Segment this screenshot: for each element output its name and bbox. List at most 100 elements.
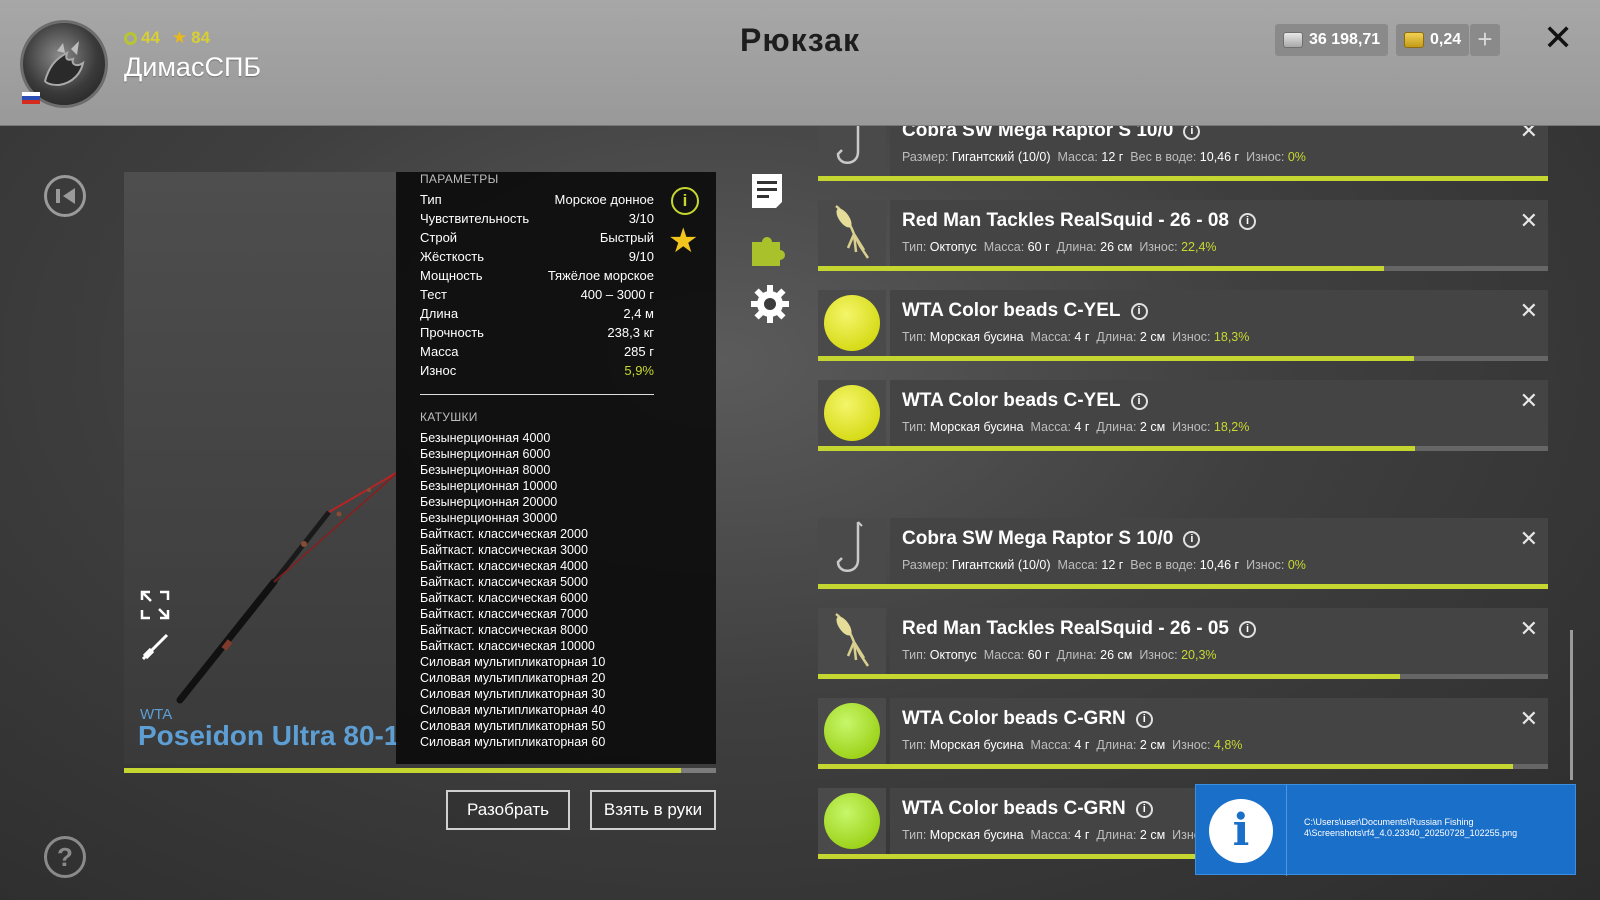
inventory-item[interactable]: WTA Color beads C-YEL i Тип: Морская бусин… bbox=[818, 290, 1548, 361]
item-preview: WTA Poseidon Ultra 80-1 bbox=[124, 172, 399, 764]
screenshot-notification[interactable]: i C:\Users\user\Documents\Russian Fishin… bbox=[1195, 784, 1576, 876]
reel-item: Силовая мультипликаторная 50 bbox=[420, 719, 606, 733]
settings-gear-icon[interactable] bbox=[750, 284, 790, 324]
param-row: Мощность Тяжёлое морское bbox=[420, 268, 654, 287]
remove-item-icon[interactable]: ✕ bbox=[1520, 208, 1538, 234]
wear-value: 20,3% bbox=[1181, 648, 1217, 662]
take-in-hands-button[interactable]: Взять в руки bbox=[590, 790, 716, 830]
meta-label: Износ: bbox=[1172, 738, 1211, 752]
param-row: Износ 5,9% bbox=[420, 363, 654, 382]
meta-label: Тип: bbox=[902, 330, 927, 344]
param-value: 3/10 bbox=[628, 211, 654, 226]
param-label: Мощность bbox=[420, 268, 483, 283]
param-value: Быстрый bbox=[599, 230, 654, 245]
param-value: Морское донное bbox=[554, 192, 654, 207]
help-button[interactable]: ? bbox=[44, 836, 86, 878]
meta-value: 4 г bbox=[1074, 828, 1090, 842]
item-panel[interactable]: WTA Color beads C-YEL i Тип: Морская бусин… bbox=[890, 290, 1548, 356]
inventory-item[interactable]: WTA Color beads C-YEL i Тип: Морская бусин… bbox=[818, 380, 1548, 451]
item-title: WTA Color beads C-YEL i bbox=[902, 300, 1148, 322]
meta-value: 10,46 г bbox=[1199, 558, 1240, 572]
item-info-icon[interactable]: i bbox=[1238, 212, 1256, 230]
item-panel[interactable]: Cobra SW Mega Raptor S 10/0 i Размер: Гига… bbox=[890, 518, 1548, 584]
item-panel[interactable]: Cobra SW Mega Raptor S 10/0 i Размер: Гига… bbox=[890, 126, 1548, 176]
silver-coins-icon bbox=[1283, 32, 1303, 48]
expand-icon[interactable] bbox=[140, 590, 170, 620]
remove-item-icon[interactable]: ✕ bbox=[1520, 616, 1538, 642]
meta-label: Вес в воде: bbox=[1130, 150, 1197, 164]
reel-item: Безынерционная 4000 bbox=[420, 431, 551, 445]
item-panel[interactable]: Red Man Tackles RealSquid - 26 - 08 i Тип:… bbox=[890, 200, 1548, 266]
meta-label: Размер: bbox=[902, 150, 949, 164]
info-icon[interactable]: i bbox=[671, 187, 699, 215]
item-name: Cobra SW Mega Raptor S 10/0 bbox=[902, 528, 1174, 549]
item-title: WTA Color beads C-GRN i bbox=[902, 798, 1153, 820]
item-info-icon[interactable]: i bbox=[1238, 620, 1256, 638]
reel-item: Силовая мультипликаторная 60 bbox=[420, 735, 606, 749]
item-name: WTA Color beads C-YEL bbox=[902, 390, 1121, 411]
meta-label: Длина: bbox=[1096, 330, 1137, 344]
disassemble-button[interactable]: Разобрать bbox=[446, 790, 570, 830]
param-label: Тип bbox=[420, 192, 442, 207]
item-info-icon[interactable]: i bbox=[1130, 392, 1148, 410]
wear-value: 18,3% bbox=[1213, 330, 1250, 344]
inventory-item[interactable]: Red Man Tackles RealSquid - 26 - 08 i Тип:… bbox=[818, 200, 1548, 271]
back-button[interactable] bbox=[44, 175, 86, 217]
remove-item-icon[interactable]: ✕ bbox=[1520, 298, 1538, 324]
meta-value: 4 г bbox=[1074, 330, 1090, 344]
country-flag-icon bbox=[22, 92, 40, 104]
item-meta: Тип: Морская бусина Масса: 4 г Длина: 2 … bbox=[902, 828, 1210, 842]
inventory-item[interactable]: Red Man Tackles RealSquid - 26 - 05 i Тип:… bbox=[818, 608, 1548, 679]
item-info-icon[interactable]: i bbox=[1135, 800, 1153, 818]
wear-value: 22,4% bbox=[1181, 240, 1217, 254]
squid-lure-icon bbox=[818, 200, 886, 266]
inventory-item[interactable]: Cobra SW Mega Raptor S 10/0 i Размер: Гига… bbox=[818, 518, 1548, 589]
favorite-star-icon[interactable]: ★ bbox=[668, 224, 698, 258]
item-name: WTA Color beads C-GRN bbox=[902, 798, 1126, 819]
param-value: 9/10 bbox=[628, 249, 654, 264]
param-row: Чувствительность 3/10 bbox=[420, 211, 654, 230]
reel-item: Безынерционная 30000 bbox=[420, 511, 558, 525]
item-panel[interactable]: Red Man Tackles RealSquid - 26 - 05 i Тип:… bbox=[890, 608, 1548, 674]
reel-item: Безынерционная 6000 bbox=[420, 447, 551, 461]
meta-label: Вес в воде: bbox=[1130, 558, 1197, 572]
meta-label: Износ: bbox=[1172, 330, 1211, 344]
hook-icon bbox=[818, 518, 886, 584]
durability-fill bbox=[818, 584, 1548, 589]
inventory-scrollbar[interactable] bbox=[1570, 630, 1573, 780]
item-panel[interactable]: WTA Color beads C-GRN i Тип: Морская бусин… bbox=[890, 698, 1548, 764]
item-title: Cobra SW Mega Raptor S 10/0 i bbox=[902, 528, 1201, 550]
add-currency-button[interactable]: + bbox=[1470, 24, 1500, 56]
meta-label: Длина: bbox=[1096, 828, 1137, 842]
inventory-item[interactable]: WTA Color beads C-GRN i Тип: Морская бусин… bbox=[818, 698, 1548, 769]
meta-value: 60 г bbox=[1027, 240, 1050, 254]
durability-fill bbox=[818, 764, 1513, 769]
remove-item-icon[interactable]: ✕ bbox=[1520, 706, 1538, 732]
item-panel[interactable]: WTA Color beads C-YEL i Тип: Морская бусин… bbox=[890, 380, 1548, 446]
param-row: Длина 2,4 м bbox=[420, 306, 654, 325]
item-info-icon[interactable]: i bbox=[1135, 710, 1153, 728]
close-icon[interactable]: ✕ bbox=[1543, 20, 1573, 56]
meta-value: 4 г bbox=[1074, 738, 1090, 752]
item-info-icon[interactable]: i bbox=[1183, 530, 1201, 548]
inventory-item[interactable]: Cobra SW Mega Raptor S 10/0 i Размер: Гига… bbox=[818, 126, 1548, 181]
param-label: Масса bbox=[420, 344, 459, 359]
meta-label: Размер: bbox=[902, 558, 949, 572]
remove-item-icon[interactable]: ✕ bbox=[1520, 388, 1538, 414]
wear-value: 0% bbox=[1287, 558, 1306, 572]
description-icon[interactable] bbox=[750, 172, 784, 210]
item-title: WTA Color beads C-GRN i bbox=[902, 708, 1153, 730]
meta-value: Гигантский (10/0) bbox=[951, 558, 1051, 572]
item-info-icon[interactable]: i bbox=[1130, 302, 1148, 320]
item-info-icon[interactable]: i bbox=[1183, 126, 1201, 140]
item-meta: Тип: Октопус Масса: 60 г Длина: 26 см Из… bbox=[902, 648, 1217, 662]
param-label: Строй bbox=[420, 230, 458, 245]
puzzle-icon[interactable] bbox=[750, 228, 790, 268]
remove-item-icon[interactable]: ✕ bbox=[1520, 526, 1538, 552]
meta-value: 2 см bbox=[1139, 420, 1166, 434]
bead-yellow-icon bbox=[818, 380, 886, 446]
reel-item: Байткаст. классическая 7000 bbox=[420, 607, 588, 621]
remove-item-icon[interactable]: ✕ bbox=[1520, 126, 1538, 144]
bead-green-icon bbox=[818, 698, 886, 764]
param-label: Прочность bbox=[420, 325, 484, 340]
